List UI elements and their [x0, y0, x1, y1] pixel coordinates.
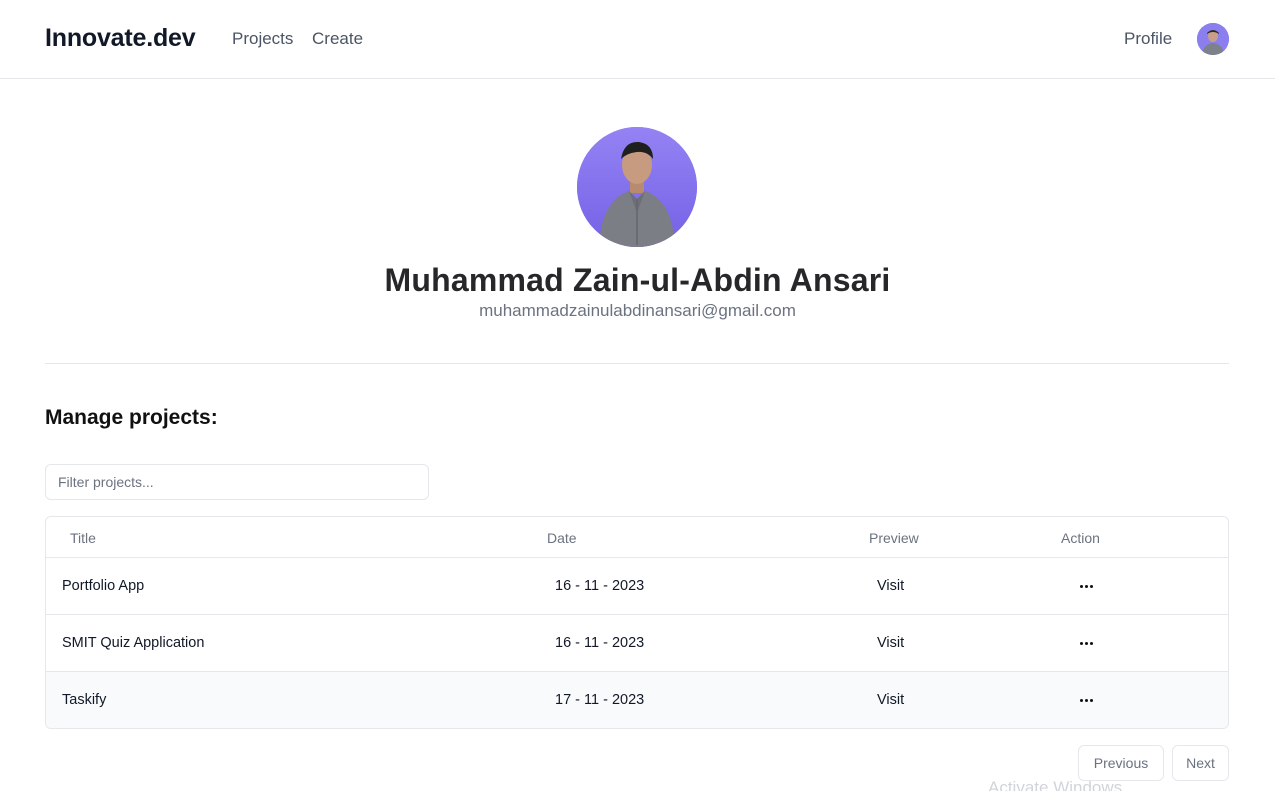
profile-email: muhammadzainulabdinansari@gmail.com [479, 301, 796, 320]
column-header-date[interactable]: Date [547, 530, 577, 546]
section-divider [45, 363, 1229, 364]
table-header: Title Date Preview Action [46, 517, 1228, 558]
profile-name: Muhammad Zain-ul-Abdin Ansari [384, 262, 891, 298]
user-photo-icon [577, 127, 697, 247]
more-horizontal-icon [1079, 698, 1093, 702]
project-title: Taskify [62, 692, 107, 708]
user-avatar-icon [1197, 23, 1229, 55]
projects-table: Title Date Preview Action Portfolio App … [45, 516, 1229, 729]
project-date: 17 - 11 - 2023 [555, 692, 645, 708]
visit-link[interactable]: Visit [877, 578, 904, 594]
more-horizontal-icon [1079, 584, 1093, 588]
table-row[interactable]: Portfolio App 16 - 11 - 2023 Visit [46, 558, 1228, 615]
top-navbar: Innovate.dev Projects Create Profile [0, 0, 1275, 79]
project-title: Portfolio App [62, 578, 145, 594]
table-row[interactable]: SMIT Quiz Application 16 - 11 - 2023 Vis… [46, 615, 1228, 672]
more-actions-button[interactable] [1076, 633, 1096, 653]
activate-windows-watermark: Activate Windows [988, 778, 1123, 791]
table-row[interactable]: Taskify 17 - 11 - 2023 Visit [46, 672, 1228, 728]
brand-logo[interactable]: Innovate.dev [45, 24, 196, 53]
column-header-action: Action [1061, 530, 1100, 546]
header-avatar[interactable] [1197, 23, 1229, 55]
project-title: SMIT Quiz Application [62, 635, 205, 651]
project-date: 16 - 11 - 2023 [555, 578, 645, 594]
visit-link[interactable]: Visit [877, 635, 904, 651]
next-page-button[interactable]: Next [1172, 745, 1229, 781]
column-header-preview: Preview [869, 530, 919, 546]
more-horizontal-icon [1079, 641, 1093, 645]
profile-avatar [577, 127, 697, 247]
column-header-title[interactable]: Title [70, 530, 96, 546]
filter-projects-input[interactable] [45, 464, 429, 500]
previous-page-button[interactable]: Previous [1078, 745, 1164, 781]
visit-link[interactable]: Visit [877, 692, 904, 708]
nav-projects-link[interactable]: Projects [232, 29, 293, 49]
project-date: 16 - 11 - 2023 [555, 635, 645, 651]
more-actions-button[interactable] [1076, 690, 1096, 710]
manage-projects-heading: Manage projects: [45, 406, 218, 429]
nav-profile-link[interactable]: Profile [1124, 29, 1172, 49]
nav-create-link[interactable]: Create [312, 29, 363, 49]
more-actions-button[interactable] [1076, 576, 1096, 596]
